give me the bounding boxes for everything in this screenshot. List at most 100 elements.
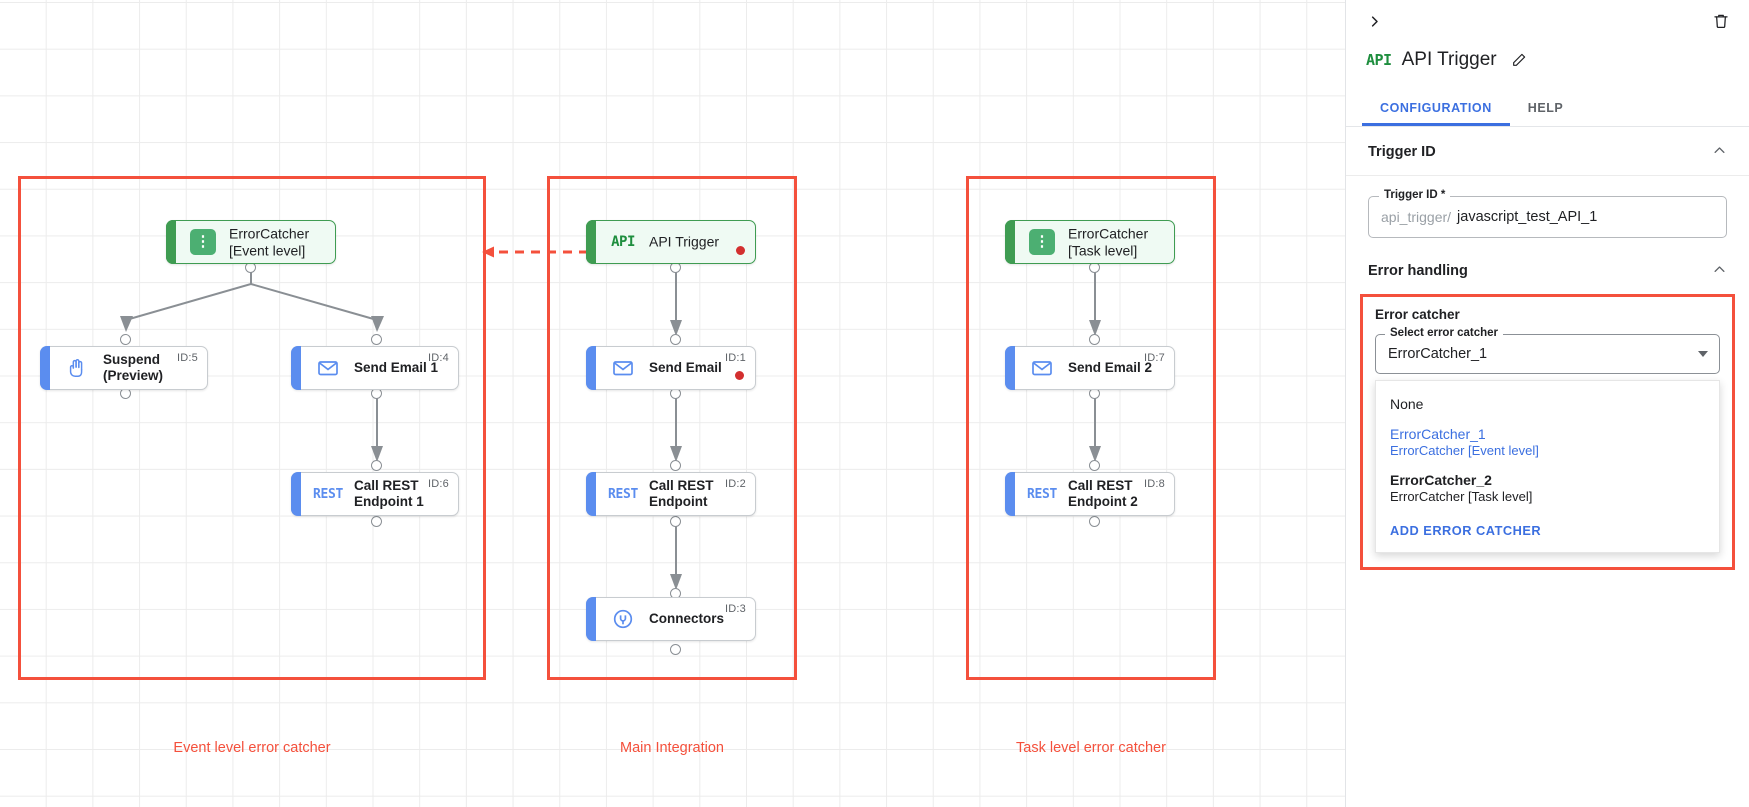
trigger-id-label: Trigger ID * <box>1379 189 1451 201</box>
edge-sendemail1-to-callrest1 <box>371 388 383 462</box>
panel-topbar <box>1346 0 1749 42</box>
node-id-badge: ID:3 <box>725 603 746 615</box>
api-icon: API <box>611 234 635 250</box>
node-accent-bar <box>586 472 596 516</box>
node-title: ErrorCatcher [Event level] <box>229 225 310 258</box>
select-error-catcher-label: Select error catcher <box>1385 327 1504 339</box>
edge-errorcatchertask-to-sendemail2 <box>1089 262 1101 336</box>
node-accent-bar <box>166 220 176 264</box>
error-catcher-title: Error catcher <box>1375 307 1460 322</box>
error-catcher-highlight-box: Error catcher Select error catcher Error… <box>1360 294 1735 570</box>
add-error-catcher-button[interactable]: ADD ERROR CATCHER <box>1376 511 1719 546</box>
port-sendemail-in[interactable] <box>670 334 681 345</box>
trigger-id-value: javascript_test_API_1 <box>1457 209 1598 225</box>
node-send-email[interactable]: Send Email ID:1 <box>586 346 756 390</box>
node-accent-bar <box>40 346 50 390</box>
group-label-main-integration: Main Integration <box>620 740 724 756</box>
node-call-rest-endpoint[interactable]: REST Call REST Endpoint ID:2 <box>586 472 756 516</box>
workflow-designer: Event level error catcher Main Integrati… <box>0 0 1749 807</box>
tab-configuration[interactable]: CONFIGURATION <box>1362 92 1510 126</box>
trigger-id-input[interactable]: Trigger ID * api_trigger/ javascript_tes… <box>1368 189 1727 238</box>
node-accent-bar <box>586 597 596 641</box>
trigger-id-prefix: api_trigger/ <box>1381 209 1452 225</box>
tab-help[interactable]: HELP <box>1510 92 1582 126</box>
node-title: Call REST Endpoint 1 <box>354 478 424 509</box>
node-api-trigger[interactable]: API API Trigger <box>586 220 756 264</box>
port-callrest-in[interactable] <box>670 460 681 471</box>
node-id-badge: ID:1 <box>725 352 746 364</box>
rest-icon: REST <box>607 486 639 502</box>
node-id-badge: ID:8 <box>1144 478 1165 490</box>
port-callrest1-in[interactable] <box>371 460 382 471</box>
menu-item-sublabel: ErrorCatcher [Event level] <box>1390 443 1539 458</box>
rest-icon: REST <box>1026 486 1058 502</box>
section-header-error-handling[interactable]: Error handling <box>1346 250 1749 294</box>
section-header-trigger-id[interactable]: Trigger ID <box>1346 127 1749 176</box>
error-catcher-dropdown-menu: None ErrorCatcher_1 ErrorCatcher [Event … <box>1375 380 1720 553</box>
node-title: ErrorCatcher [Task level] <box>1068 225 1149 258</box>
menu-item-label: None <box>1390 396 1424 412</box>
node-title: Send Email 1 <box>354 360 439 376</box>
node-title: Call REST Endpoint 2 <box>1068 478 1138 509</box>
pencil-icon[interactable] <box>1511 52 1527 68</box>
select-error-catcher[interactable]: Select error catcher ErrorCatcher_1 <box>1375 327 1720 374</box>
chevron-up-icon <box>1712 262 1727 280</box>
port-callrest2-in[interactable] <box>1089 460 1100 471</box>
node-id-badge: ID:4 <box>428 352 449 364</box>
edge-sendemail-to-callrest <box>670 388 682 462</box>
trash-icon[interactable] <box>1709 9 1733 33</box>
edge-sendemail2-to-callrest2 <box>1089 388 1101 462</box>
node-error-dot <box>735 371 744 380</box>
port-callrest1-out[interactable] <box>371 516 382 527</box>
node-id-badge: ID:5 <box>177 352 198 364</box>
page-title: API Trigger <box>1401 49 1497 70</box>
node-error-dot <box>736 246 745 255</box>
node-call-rest-endpoint-2[interactable]: REST Call REST Endpoint 2 ID:8 <box>1005 472 1175 516</box>
errorcatcher-icon: ⋮ <box>189 228 217 256</box>
menu-item-none[interactable]: None <box>1376 389 1719 419</box>
node-title: Call REST Endpoint <box>649 478 714 509</box>
trigger-id-field-wrap: Trigger ID * api_trigger/ javascript_tes… <box>1346 176 1749 250</box>
connector-icon <box>609 605 637 633</box>
node-accent-bar <box>291 472 301 516</box>
node-call-rest-endpoint-1[interactable]: REST Call REST Endpoint 1 ID:6 <box>291 472 459 516</box>
port-callrest-out[interactable] <box>670 516 681 527</box>
envelope-icon <box>1028 354 1056 382</box>
port-callrest2-out[interactable] <box>1089 516 1100 527</box>
dashed-error-link <box>482 246 588 258</box>
port-sendemail1-in[interactable] <box>371 334 382 345</box>
node-title: API Trigger <box>649 233 720 250</box>
menu-item-errorcatcher-1[interactable]: ErrorCatcher_1 ErrorCatcher [Event level… <box>1376 419 1719 465</box>
chevron-up-icon <box>1712 143 1727 161</box>
rest-icon: REST <box>312 486 344 502</box>
node-suspend[interactable]: Suspend (Preview) ID:5 <box>40 346 208 390</box>
envelope-icon <box>314 354 342 382</box>
group-label-event-level: Event level error catcher <box>173 740 331 756</box>
port-sendemail2-in[interactable] <box>1089 334 1100 345</box>
section-title: Error handling <box>1368 263 1468 279</box>
node-title: Suspend (Preview) <box>103 352 164 383</box>
menu-item-label: ErrorCatcher_1 <box>1390 426 1486 442</box>
menu-item-errorcatcher-2[interactable]: ErrorCatcher_2 ErrorCatcher [Task level] <box>1376 465 1719 511</box>
properties-panel: API API Trigger CONFIGURATION HELP Trigg… <box>1345 0 1749 807</box>
port-connectors-out[interactable] <box>670 644 681 655</box>
chevron-down-icon[interactable] <box>1698 351 1708 357</box>
node-title: Send Email 2 <box>1068 360 1153 376</box>
node-connectors[interactable]: Connectors ID:3 <box>586 597 756 641</box>
node-id-badge: ID:2 <box>725 478 746 490</box>
node-errorcatcher-event[interactable]: ⋮ ErrorCatcher [Event level] <box>166 220 336 264</box>
node-title: Send Email <box>649 360 722 376</box>
node-errorcatcher-task[interactable]: ⋮ ErrorCatcher [Task level] <box>1005 220 1175 264</box>
envelope-icon <box>609 354 637 382</box>
node-accent-bar <box>291 346 301 390</box>
node-send-email-1[interactable]: Send Email 1 ID:4 <box>291 346 459 390</box>
menu-item-label: ErrorCatcher_2 <box>1390 472 1492 488</box>
node-send-email-2[interactable]: Send Email 2 ID:7 <box>1005 346 1175 390</box>
chevron-right-icon[interactable] <box>1361 8 1387 34</box>
flow-canvas[interactable]: Event level error catcher Main Integrati… <box>0 0 1345 807</box>
node-accent-bar <box>1005 346 1015 390</box>
port-suspend-in[interactable] <box>120 334 131 345</box>
node-accent-bar <box>586 346 596 390</box>
menu-item-sublabel: ErrorCatcher [Task level] <box>1390 489 1533 504</box>
node-title: Connectors <box>649 611 725 627</box>
